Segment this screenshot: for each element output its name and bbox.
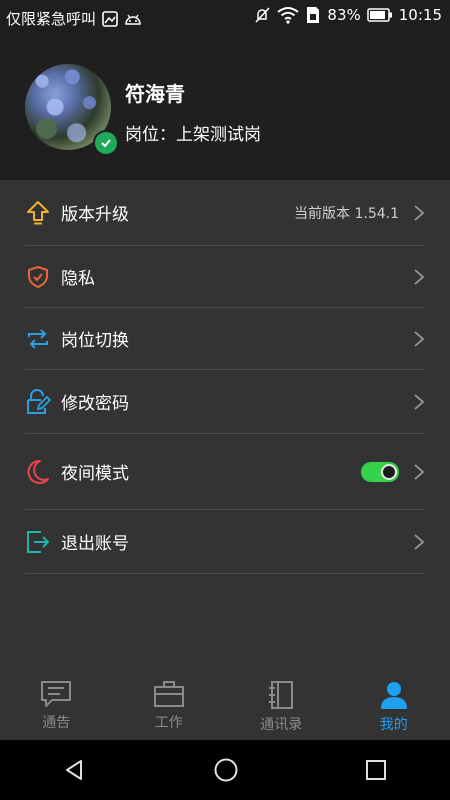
menu-item-change-password[interactable]: 修改密码	[25, 370, 425, 434]
chevron-right-icon	[414, 330, 425, 347]
system-nav-bar	[0, 740, 450, 800]
clock: 10:15	[398, 6, 442, 24]
menu-item-label: 岗位切换	[61, 331, 129, 351]
tab-label: 通讯录	[260, 717, 303, 733]
tab-label: 通告	[42, 715, 71, 731]
tab-me[interactable]: 我的	[338, 668, 450, 740]
mute-icon	[255, 7, 271, 23]
verified-badge-icon	[93, 130, 119, 156]
night-mode-toggle[interactable]	[361, 461, 399, 482]
switch-arrows-icon	[25, 326, 51, 352]
user-name: 符海青	[125, 82, 185, 106]
menu-item-label: 夜间模式	[61, 464, 129, 484]
menu-item-label: 隐私	[61, 269, 95, 289]
tab-contacts[interactable]: 通讯录	[225, 668, 338, 740]
menu-item-privacy[interactable]: 隐私	[25, 246, 425, 308]
tab-notices[interactable]: 通告	[0, 668, 113, 740]
upgrade-arrow-icon	[25, 200, 51, 226]
app-screen: 仅限紧急呼叫 83% 10:15 符海青 岗位：上架测试岗 版本升级 当前版本	[0, 0, 450, 800]
tab-label: 我的	[379, 717, 408, 733]
gallery-notification-icon	[102, 10, 118, 27]
chevron-right-icon	[414, 393, 425, 410]
settings-list: 版本升级 当前版本 1.54.1 隐私 岗位切换 修改密码 夜间模式 退出账号	[0, 180, 450, 668]
chevron-right-icon	[414, 463, 425, 480]
tab-work[interactable]: 工作	[113, 668, 226, 740]
contacts-book-icon	[269, 681, 294, 709]
user-role: 岗位：上架测试岗	[125, 125, 261, 145]
current-version-text: 当前版本 1.54.1	[294, 205, 399, 222]
moon-icon	[25, 459, 51, 485]
message-icon	[41, 681, 72, 707]
chevron-right-icon	[414, 533, 425, 550]
wifi-icon	[277, 7, 300, 24]
shield-check-icon	[25, 264, 51, 290]
menu-item-logout[interactable]: 退出账号	[25, 510, 425, 574]
briefcase-icon	[153, 681, 184, 707]
bottom-tab-bar: 通告 工作 通讯录 我的	[0, 668, 450, 740]
menu-item-role-switch[interactable]: 岗位切换	[25, 308, 425, 370]
status-left: 仅限紧急呼叫	[6, 8, 142, 29]
carrier-text: 仅限紧急呼叫	[6, 10, 97, 28]
menu-item-label: 退出账号	[61, 534, 129, 554]
back-icon[interactable]	[63, 758, 87, 782]
logout-icon	[25, 529, 51, 555]
battery-percent: 83%	[327, 6, 361, 24]
menu-item-version-upgrade[interactable]: 版本升级 当前版本 1.54.1	[25, 180, 425, 246]
profile-header[interactable]: 符海青 岗位：上架测试岗	[0, 34, 450, 180]
battery-icon	[367, 8, 392, 22]
menu-item-night-mode[interactable]: 夜间模式	[25, 434, 425, 510]
status-right: 83% 10:15	[253, 6, 442, 24]
android-icon	[125, 14, 141, 25]
person-icon	[380, 682, 407, 709]
chevron-right-icon	[414, 268, 425, 285]
recents-icon[interactable]	[365, 759, 387, 781]
home-icon[interactable]	[213, 757, 239, 783]
status-bar: 仅限紧急呼叫 83% 10:15	[0, 0, 450, 34]
menu-item-label: 修改密码	[61, 394, 129, 414]
lock-edit-icon	[25, 388, 51, 415]
tab-label: 工作	[154, 715, 183, 731]
sim-icon	[307, 7, 320, 23]
menu-item-label: 版本升级	[61, 205, 129, 225]
chevron-right-icon	[414, 204, 425, 221]
toggle-knob	[381, 463, 397, 480]
